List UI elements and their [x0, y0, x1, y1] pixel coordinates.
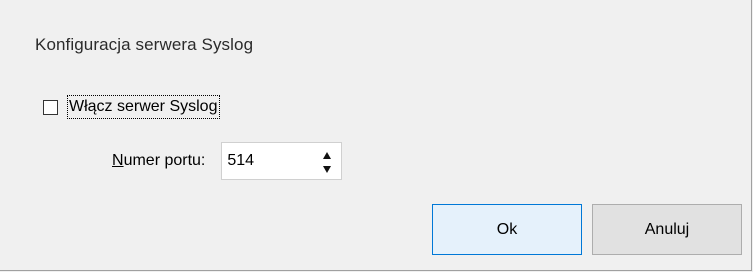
cancel-button[interactable]: Anuluj: [592, 204, 742, 255]
syslog-config-dialog: Konfiguracja serwera Syslog Włącz serwer…: [0, 0, 752, 271]
spin-down-button[interactable]: [321, 163, 333, 175]
ok-button[interactable]: Ok: [432, 204, 582, 255]
port-row: Numer portu:: [112, 142, 343, 180]
port-input[interactable]: [222, 151, 310, 171]
dialog-title: Konfiguracja serwera Syslog: [35, 35, 254, 54]
enable-syslog-row[interactable]: Włącz serwer Syslog: [43, 95, 221, 119]
spin-up-icon: [323, 151, 332, 159]
spin-down-icon: [323, 165, 332, 173]
port-label-text: umer portu:: [123, 152, 206, 169]
port-label-mnemonic: N: [112, 152, 124, 169]
enable-syslog-checkbox[interactable]: [43, 99, 58, 115]
spin-up-button[interactable]: [321, 149, 333, 161]
enable-syslog-label: Włącz serwer Syslog: [69, 98, 218, 115]
enable-syslog-focus-rect[interactable]: Włącz serwer Syslog: [67, 95, 221, 119]
port-label: Numer portu:: [112, 152, 205, 170]
spin-buttons: [321, 149, 333, 175]
port-spinner[interactable]: [221, 142, 343, 180]
